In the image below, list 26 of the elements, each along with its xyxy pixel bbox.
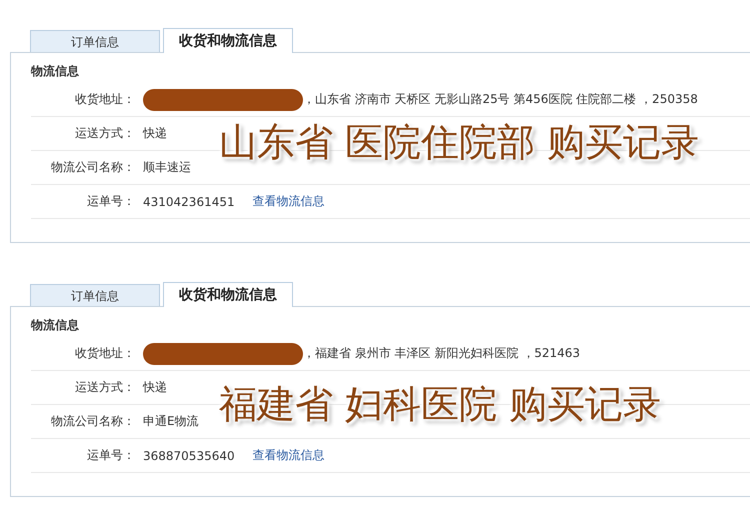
field-label: 运送方式： xyxy=(74,379,136,396)
tracking-number: 368870535640 xyxy=(143,448,235,462)
logistics-link[interactable]: 查看物流信息 xyxy=(252,193,325,210)
caption: 福建省 妇科医院 购买记录 xyxy=(219,381,662,428)
section-title: 物流信息 xyxy=(31,317,80,334)
address-text: ，福建省 泉州市 丰泽区 新阳光妇科医院 ，521463 xyxy=(303,345,580,362)
address-text: ，山东省 济南市 天桥区 无影山路25号 第456医院 住院部二楼 ，250358 xyxy=(303,91,698,108)
tab[interactable]: 订单信息 xyxy=(30,284,160,306)
logistics-link[interactable]: 查看物流信息 xyxy=(252,447,325,464)
field-value: 申通E物流 xyxy=(143,413,199,430)
tracking-number: 431042361451 xyxy=(143,194,235,208)
tab[interactable]: 收货和物流信息 xyxy=(163,28,293,53)
tab[interactable]: 收货和物流信息 xyxy=(163,282,293,307)
field-value: 快递 xyxy=(143,125,167,142)
field-value: 顺丰速运 xyxy=(143,159,191,176)
field-label: 运送方式： xyxy=(74,125,136,142)
tab[interactable]: 订单信息 xyxy=(30,30,160,52)
field-label: 运单号： xyxy=(86,447,136,464)
field-label: 物流公司名称： xyxy=(50,413,136,430)
section-title: 物流信息 xyxy=(31,63,80,80)
caption: 山东省 医院住院部 购买记录 xyxy=(219,119,700,166)
field-label: 运单号： xyxy=(86,193,136,210)
field-value: 快递 xyxy=(143,379,167,396)
field-label: 物流公司名称： xyxy=(50,159,136,176)
field-label: 收货地址： xyxy=(74,91,136,108)
field-label: 收货地址： xyxy=(74,345,136,362)
